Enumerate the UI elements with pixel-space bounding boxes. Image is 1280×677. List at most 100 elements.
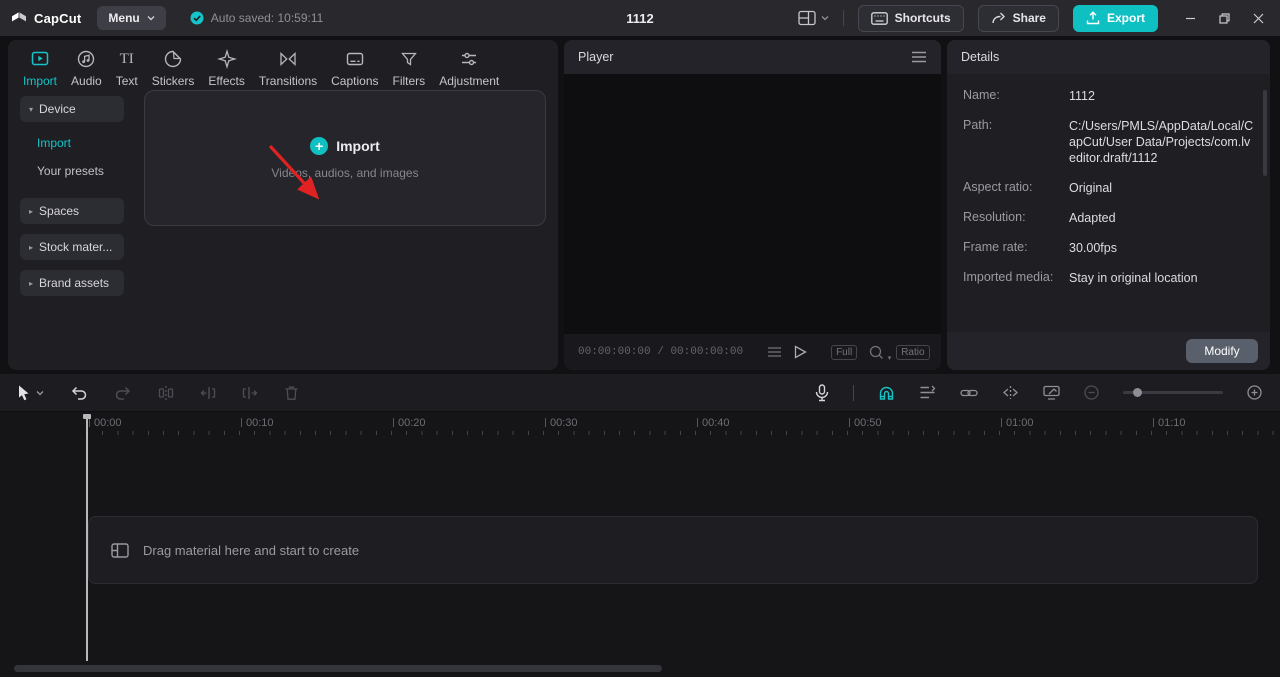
keyboard-icon bbox=[870, 11, 888, 25]
detail-value: C:/Users/PMLS/AppData/Local/CapCut/User … bbox=[1069, 119, 1254, 165]
detail-label: Aspect ratio: bbox=[963, 180, 1033, 194]
preview-zoom-button[interactable]: ▾ bbox=[869, 345, 891, 362]
player-panel: Player 00:00:00:00 / 00:00:00:00 Full ▾ … bbox=[564, 40, 941, 370]
time-separator: / bbox=[657, 346, 664, 358]
autosave-check-icon bbox=[190, 11, 204, 25]
player-menu-icon[interactable] bbox=[911, 51, 927, 63]
track-placeholder[interactable]: Drag material here and start to create bbox=[88, 516, 1258, 584]
effects-tab-icon bbox=[216, 49, 237, 69]
menu-button-label: Menu bbox=[108, 11, 140, 25]
media-sidebar: ▾ Device Import Your presets ▸ Spaces ▸ … bbox=[20, 96, 124, 306]
detail-row-aspect-ratio: Aspect ratio: Original bbox=[963, 180, 1254, 196]
tab-transitions[interactable]: Transitions bbox=[252, 49, 324, 88]
tab-label: Transitions bbox=[258, 74, 318, 88]
ratio-button[interactable]: Ratio bbox=[896, 344, 930, 360]
audio-tab-icon bbox=[76, 49, 96, 69]
mirror-track-icon[interactable] bbox=[1002, 385, 1019, 400]
tab-adjustment[interactable]: Adjustment bbox=[432, 49, 506, 88]
ruler-ticks bbox=[87, 431, 1280, 435]
total-time: 00:00:00:00 bbox=[670, 346, 744, 358]
player-controls: 00:00:00:00 / 00:00:00:00 Full ▾ Ratio bbox=[564, 334, 941, 370]
minimize-button[interactable] bbox=[1176, 4, 1204, 32]
layout-icon bbox=[797, 10, 816, 26]
timeline-tracks: Drag material here and start to create bbox=[0, 438, 1280, 677]
zoom-slider-thumb[interactable] bbox=[1133, 388, 1142, 397]
full-quality-button[interactable]: Full bbox=[831, 344, 858, 360]
timeline-zoom-out-icon[interactable] bbox=[1084, 385, 1099, 400]
timeline-horizontal-scrollbar[interactable] bbox=[14, 665, 662, 672]
detail-row-frame-rate: Frame rate: 30.00fps bbox=[963, 240, 1254, 256]
autosave-status: Auto saved: 10:59:11 bbox=[190, 11, 324, 25]
sidebar-item-label: Device bbox=[39, 102, 76, 116]
capcut-logo-icon bbox=[10, 9, 28, 27]
caret-right-icon: ▸ bbox=[29, 206, 34, 216]
title-bar: CapCut Menu Auto saved: 10:59:11 1112 Sh… bbox=[0, 0, 1280, 36]
playhead[interactable] bbox=[83, 414, 91, 661]
preview-edit-icon[interactable] bbox=[1043, 385, 1060, 400]
delete-icon[interactable] bbox=[284, 385, 299, 401]
split-icon[interactable] bbox=[158, 385, 174, 401]
menu-button[interactable]: Menu bbox=[97, 6, 166, 30]
capcut-app-window: CapCut Menu Auto saved: 10:59:11 1112 Sh… bbox=[0, 0, 1280, 677]
shortcuts-button[interactable]: Shortcuts bbox=[857, 4, 964, 32]
timeline-ruler[interactable]: 00:00 00:10 00:20 00:30 00:40 00:50 01:0… bbox=[0, 412, 1280, 438]
share-button[interactable]: Share bbox=[977, 4, 1059, 32]
record-voiceover-icon[interactable] bbox=[815, 383, 829, 402]
timeline-zoom-in-icon[interactable] bbox=[1247, 385, 1262, 400]
caret-right-icon: ▸ bbox=[29, 242, 34, 252]
sidebar-item-label: Spaces bbox=[39, 204, 80, 218]
maximize-button[interactable] bbox=[1210, 4, 1238, 32]
detail-label: Name: bbox=[963, 88, 1000, 102]
modify-button[interactable]: Modify bbox=[1186, 339, 1258, 363]
filters-tab-icon bbox=[399, 49, 419, 69]
frames-icon[interactable] bbox=[767, 346, 782, 358]
tab-import[interactable]: Import bbox=[16, 49, 64, 88]
sidebar-item-import[interactable]: Import bbox=[37, 136, 124, 150]
import-dropzone[interactable]: + Import Videos, audios, and images bbox=[144, 90, 546, 226]
import-zone-subtitle: Videos, audios, and images bbox=[271, 165, 419, 180]
tab-effects[interactable]: Effects bbox=[201, 49, 251, 88]
sidebar-item-stock-materials[interactable]: ▸ Stock mater... bbox=[20, 234, 124, 260]
export-label: Export bbox=[1106, 11, 1145, 25]
workspace-layout-button[interactable] bbox=[797, 10, 829, 26]
captions-tab-icon bbox=[345, 49, 365, 69]
sidebar-item-your-presets[interactable]: Your presets bbox=[37, 164, 124, 178]
import-zone-title: Import bbox=[336, 137, 380, 154]
media-panel: Import Audio TI Text Stickers Effects Tr… bbox=[8, 40, 558, 370]
undo-icon[interactable] bbox=[70, 385, 88, 401]
close-button[interactable] bbox=[1244, 4, 1272, 32]
redo-icon[interactable] bbox=[114, 385, 132, 401]
detail-value: 1112 bbox=[1069, 89, 1095, 103]
main-track-magnet-icon[interactable] bbox=[878, 385, 895, 401]
autosave-text: Auto saved: 10:59:11 bbox=[210, 11, 324, 25]
tab-captions[interactable]: Captions bbox=[324, 49, 385, 88]
timeline-zoom-slider[interactable] bbox=[1123, 388, 1223, 397]
details-body: Name: 1112 Path: C:/Users/PMLS/AppData/L… bbox=[947, 74, 1270, 332]
import-tab-icon bbox=[30, 49, 50, 69]
player-viewport[interactable] bbox=[564, 74, 941, 334]
tab-filters[interactable]: Filters bbox=[386, 49, 433, 88]
sidebar-item-spaces[interactable]: ▸ Spaces bbox=[20, 198, 124, 224]
sidebar-item-brand-assets[interactable]: ▸ Brand assets bbox=[20, 270, 124, 296]
tab-audio[interactable]: Audio bbox=[64, 49, 109, 88]
tab-stickers[interactable]: Stickers bbox=[145, 49, 202, 88]
tab-text[interactable]: TI Text bbox=[109, 49, 145, 88]
link-icon[interactable] bbox=[960, 387, 978, 399]
auto-snap-icon[interactable] bbox=[919, 385, 936, 400]
play-icon[interactable] bbox=[794, 345, 807, 359]
select-tool-button[interactable] bbox=[16, 384, 44, 401]
delete-right-icon[interactable] bbox=[242, 385, 258, 401]
details-footer: Modify bbox=[947, 332, 1270, 370]
sidebar-item-device[interactable]: ▾ Device bbox=[20, 96, 124, 122]
share-icon bbox=[991, 11, 1006, 25]
details-panel-title: Details bbox=[961, 50, 1000, 64]
delete-left-icon[interactable] bbox=[200, 385, 216, 401]
detail-row-resolution: Resolution: Adapted bbox=[963, 210, 1254, 226]
ruler-label: 00:50 bbox=[849, 417, 882, 429]
details-scrollbar[interactable] bbox=[1263, 90, 1267, 176]
player-panel-title: Player bbox=[578, 50, 614, 64]
track-placeholder-text: Drag material here and start to create bbox=[143, 542, 360, 558]
sidebar-item-label: Brand assets bbox=[39, 276, 110, 290]
export-button[interactable]: Export bbox=[1072, 4, 1158, 32]
toolbar-divider bbox=[853, 384, 854, 401]
